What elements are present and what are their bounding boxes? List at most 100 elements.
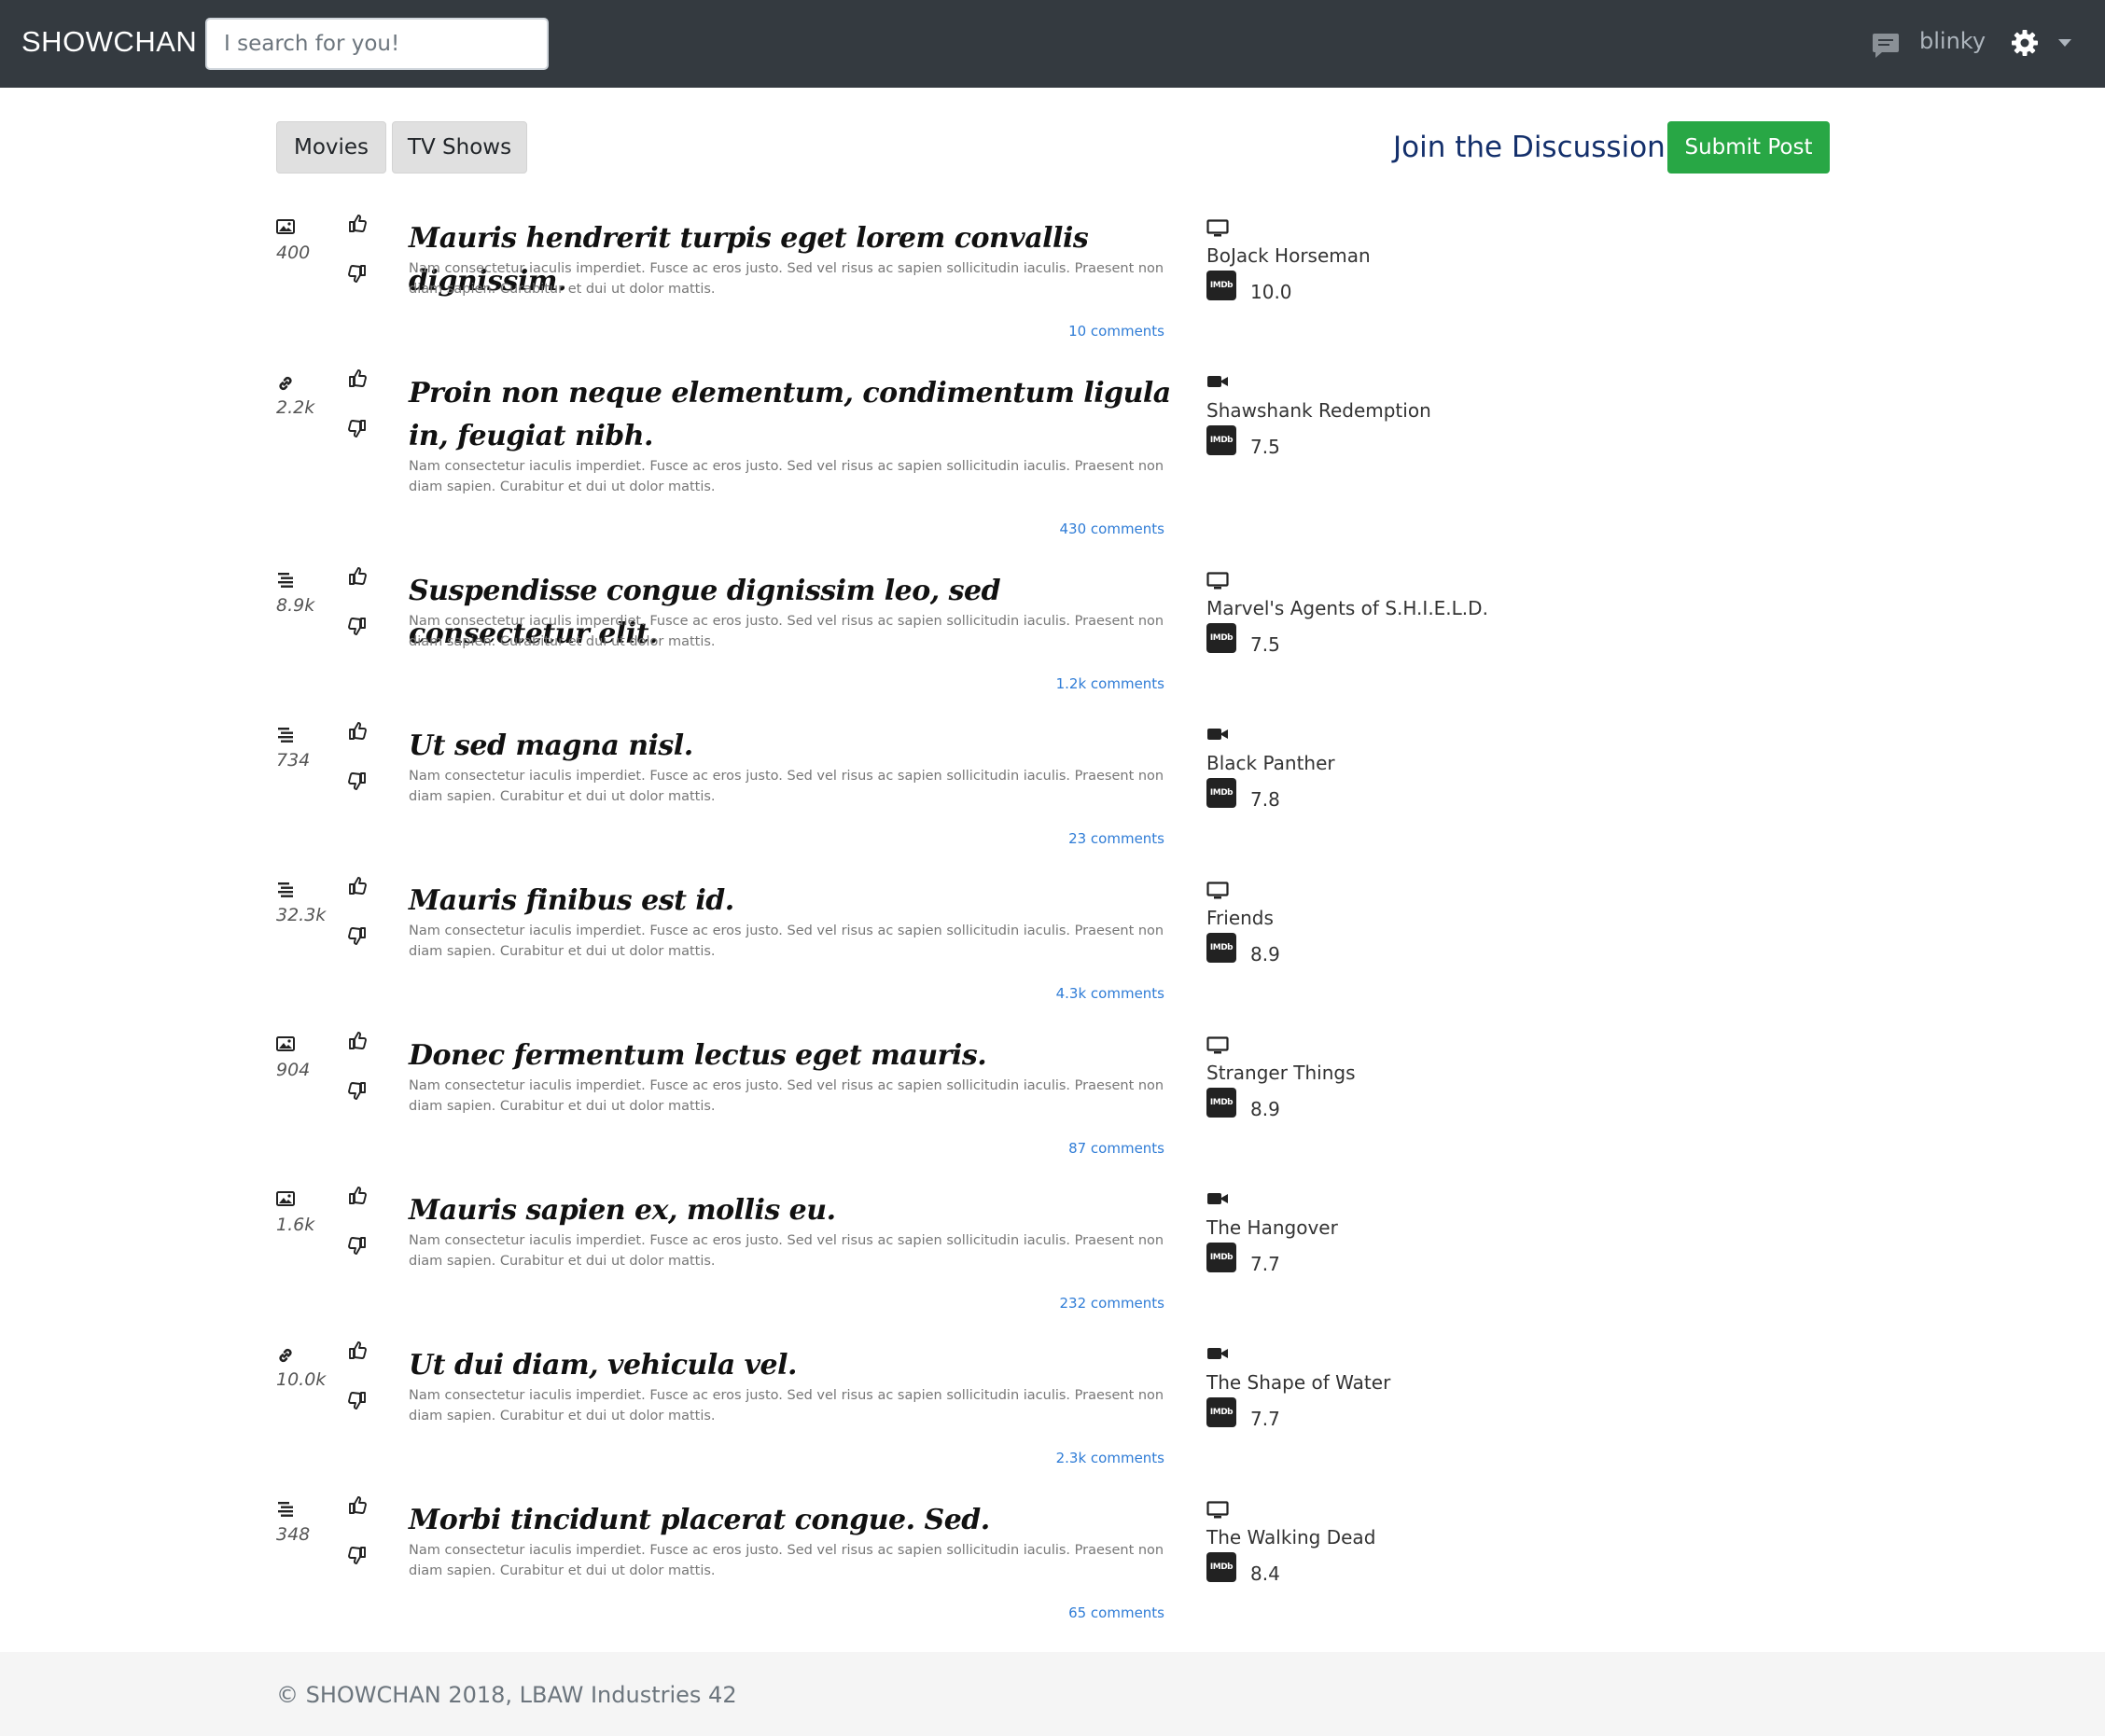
thumbs-up-icon[interactable] (347, 1185, 368, 1205)
post-score: 734 (276, 750, 311, 771)
comments-link[interactable]: 2.3k comments (1056, 1450, 1164, 1466)
post-score: 8.9k (276, 595, 315, 616)
imdb-icon: IMDb (1206, 1088, 1236, 1118)
post-item: 32.3k Mauris finibus est id. Nam consectet… (0, 873, 2105, 1028)
imdb-rating: 8.9 (1250, 943, 1280, 965)
thumbs-down-icon[interactable] (347, 771, 368, 792)
thumbs-up-icon[interactable] (347, 368, 368, 388)
post-title[interactable]: Mauris finibus est id. (409, 880, 1174, 923)
post-excerpt: Nam consectetur iaculis imperdiet. Fusce… (409, 1388, 1164, 1424)
post-item: 10.0k Ut dui diam, vehicula vel. Nam conse… (0, 1338, 2105, 1493)
text-post-icon (276, 572, 295, 589)
comments-link[interactable]: 4.3k comments (1056, 985, 1164, 1002)
movie-camera-icon (1206, 727, 1229, 745)
post-item: 348 Morbi tincidunt placerat congue. Sed.… (0, 1493, 2105, 1647)
submit-post-button[interactable]: Submit Post (1667, 121, 1830, 174)
thumbs-down-icon[interactable] (347, 419, 368, 439)
post-score: 32.3k (276, 905, 327, 925)
tv-icon (1206, 882, 1229, 900)
post-excerpt: Nam consectetur iaculis imperdiet. Fusce… (409, 459, 1164, 494)
thumbs-up-icon[interactable] (347, 565, 368, 586)
gear-icon[interactable] (2010, 28, 2040, 58)
post-title[interactable]: Ut sed magna nisl. (409, 725, 1174, 768)
post-title[interactable]: Proin non neque elementum, condimentum l… (409, 372, 1174, 458)
media-title[interactable]: BoJack Horseman (1206, 244, 1371, 267)
top-navbar: SHOWCHAN blinky (0, 0, 2105, 88)
imdb-icon: IMDb (1206, 778, 1236, 808)
text-post-icon (276, 1501, 295, 1518)
media-title[interactable]: The Walking Dead (1206, 1526, 1375, 1549)
post-score: 10.0k (276, 1369, 327, 1390)
imdb-icon: IMDb (1206, 425, 1236, 455)
media-title[interactable]: Shawshank Redemption (1206, 399, 1431, 422)
comments-link[interactable]: 430 comments (1060, 521, 1164, 537)
comments-link[interactable]: 10 comments (1068, 323, 1164, 340)
thumbs-down-icon[interactable] (347, 1236, 368, 1257)
post-score: 2.2k (276, 397, 315, 418)
thumbs-down-icon[interactable] (347, 1391, 368, 1411)
post-score: 904 (276, 1060, 311, 1080)
text-post-icon (276, 882, 295, 898)
caret-down-icon[interactable] (2058, 39, 2071, 47)
thumbs-up-icon[interactable] (347, 1030, 368, 1050)
tv-icon (1206, 1501, 1229, 1520)
comments-link[interactable]: 87 comments (1068, 1140, 1164, 1157)
post-excerpt: Nam consectetur iaculis imperdiet. Fusce… (409, 614, 1164, 649)
imdb-icon: IMDb (1206, 1552, 1236, 1582)
tv-icon (1206, 572, 1229, 590)
media-title[interactable]: The Hangover (1206, 1216, 1338, 1239)
post-title[interactable]: Donec fermentum lectus eget mauris. (409, 1035, 1174, 1077)
media-title[interactable]: Stranger Things (1206, 1062, 1356, 1084)
imdb-rating: 7.7 (1250, 1408, 1280, 1430)
chat-icon[interactable] (1871, 30, 1901, 60)
thumbs-up-icon[interactable] (347, 875, 368, 896)
post-excerpt: Nam consectetur iaculis imperdiet. Fusce… (409, 1078, 1164, 1114)
link-post-icon (276, 374, 295, 391)
media-title[interactable]: Marvel's Agents of S.H.I.E.L.D. (1206, 597, 1488, 619)
post-excerpt: Nam consectetur iaculis imperdiet. Fusce… (409, 769, 1164, 804)
tab-tv-shows[interactable]: TV Shows (392, 121, 527, 174)
thumbs-up-icon[interactable] (347, 1340, 368, 1360)
thumbs-down-icon[interactable] (347, 617, 368, 637)
post-title[interactable]: Ut dui diam, vehicula vel. (409, 1344, 1174, 1387)
footer-copyright: © SHOWCHAN 2018, LBAW Industries 42 (276, 1682, 737, 1708)
footer: © SHOWCHAN 2018, LBAW Industries 42 (0, 1652, 2105, 1736)
comments-link[interactable]: 1.2k comments (1056, 675, 1164, 692)
movie-camera-icon (1206, 1346, 1229, 1365)
thumbs-down-icon[interactable] (347, 1081, 368, 1102)
comments-link[interactable]: 232 comments (1060, 1295, 1164, 1312)
thumbs-down-icon[interactable] (347, 264, 368, 285)
post-item: 8.9k Suspendisse congue dignissim leo, se… (0, 563, 2105, 718)
thumbs-up-icon[interactable] (347, 1494, 368, 1515)
comments-link[interactable]: 23 comments (1068, 830, 1164, 847)
image-post-icon (276, 219, 295, 236)
user-menu-name[interactable]: blinky (1919, 28, 1986, 54)
post-excerpt: Nam consectetur iaculis imperdiet. Fusce… (409, 1233, 1164, 1269)
comments-link[interactable]: 65 comments (1068, 1604, 1164, 1621)
text-post-icon (276, 727, 295, 743)
imdb-icon: IMDb (1206, 623, 1236, 653)
link-post-icon (276, 1346, 295, 1363)
post-excerpt: Nam consectetur iaculis imperdiet. Fusce… (409, 261, 1164, 297)
media-title[interactable]: Black Panther (1206, 752, 1335, 774)
imdb-icon: IMDb (1206, 1397, 1236, 1427)
brand-logo[interactable]: SHOWCHAN (21, 25, 197, 59)
imdb-icon: IMDb (1206, 271, 1236, 300)
image-post-icon (276, 1191, 295, 1208)
post-title[interactable]: Mauris sapien ex, mollis eu. (409, 1189, 1174, 1232)
imdb-rating: 7.5 (1250, 436, 1280, 458)
thumbs-up-icon[interactable] (347, 720, 368, 741)
media-title[interactable]: The Shape of Water (1206, 1371, 1390, 1394)
search-input[interactable] (205, 18, 549, 70)
tab-movies[interactable]: Movies (276, 121, 386, 174)
thumbs-down-icon[interactable] (347, 1546, 368, 1566)
movie-camera-icon (1206, 1191, 1229, 1210)
imdb-icon: IMDb (1206, 933, 1236, 963)
imdb-rating: 10.0 (1250, 281, 1292, 303)
post-score: 348 (276, 1524, 311, 1545)
post-title[interactable]: Morbi tincidunt placerat congue. Sed. (409, 1499, 1174, 1542)
post-item: 734 Ut sed magna nisl. Nam consectetur iac… (0, 718, 2105, 873)
thumbs-up-icon[interactable] (347, 213, 368, 233)
thumbs-down-icon[interactable] (347, 926, 368, 947)
media-title[interactable]: Friends (1206, 907, 1274, 929)
